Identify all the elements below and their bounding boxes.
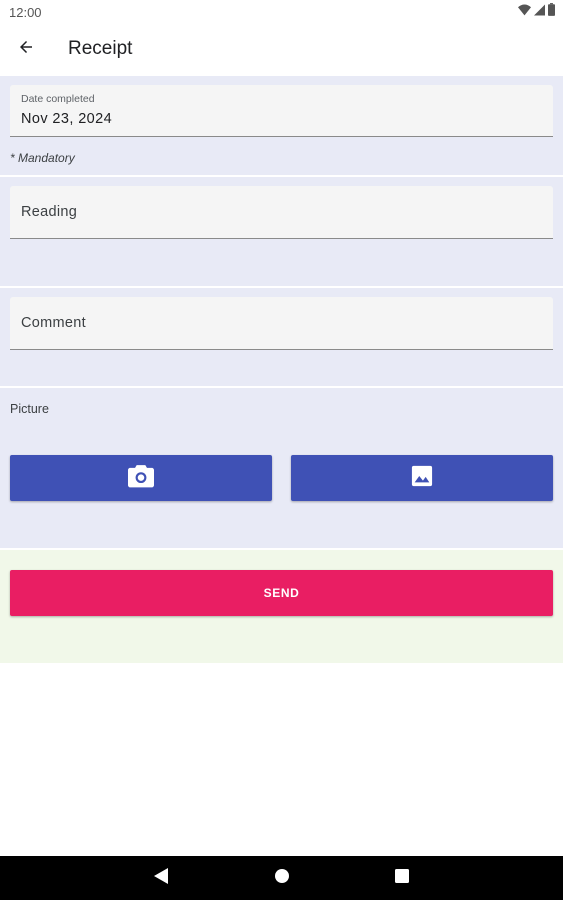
comment-section: Comment bbox=[0, 288, 563, 386]
date-completed-label: Date completed bbox=[21, 93, 95, 105]
wifi-icon bbox=[518, 3, 531, 21]
picture-section: Picture bbox=[0, 388, 563, 548]
arrow-back-icon bbox=[17, 38, 35, 61]
nav-recents-button[interactable] bbox=[392, 868, 412, 888]
picture-label: Picture bbox=[10, 402, 49, 416]
system-nav-bar bbox=[0, 856, 563, 900]
nav-home-icon bbox=[274, 868, 290, 889]
date-section: Date completed Nov 23, 2024 * Mandatory bbox=[0, 76, 563, 175]
status-time: 12:00 bbox=[9, 5, 42, 20]
page-title: Receipt bbox=[68, 38, 133, 59]
camera-icon bbox=[128, 464, 154, 493]
take-photo-button[interactable] bbox=[10, 455, 272, 501]
nav-back-button[interactable] bbox=[151, 867, 171, 889]
send-section: SEND bbox=[0, 550, 563, 663]
date-completed-field[interactable]: Date completed Nov 23, 2024 bbox=[10, 85, 553, 137]
nav-back-icon bbox=[154, 867, 168, 889]
image-icon bbox=[411, 465, 433, 492]
signal-icon bbox=[534, 3, 545, 21]
comment-placeholder: Comment bbox=[21, 315, 86, 331]
back-button[interactable] bbox=[10, 33, 42, 65]
battery-icon bbox=[548, 3, 555, 21]
reading-placeholder: Reading bbox=[21, 204, 78, 220]
mandatory-note: * Mandatory bbox=[10, 151, 75, 165]
app-bar: Receipt bbox=[0, 24, 563, 74]
reading-section: Reading bbox=[0, 177, 563, 286]
nav-recents-icon bbox=[395, 868, 409, 888]
nav-home-button[interactable] bbox=[272, 868, 292, 888]
send-button[interactable]: SEND bbox=[10, 570, 553, 616]
choose-image-button[interactable] bbox=[291, 455, 553, 501]
reading-field[interactable]: Reading bbox=[10, 186, 553, 239]
date-completed-value: Nov 23, 2024 bbox=[21, 111, 113, 127]
comment-field[interactable]: Comment bbox=[10, 297, 553, 350]
status-bar: 12:00 bbox=[0, 0, 563, 24]
status-icons bbox=[518, 3, 555, 21]
